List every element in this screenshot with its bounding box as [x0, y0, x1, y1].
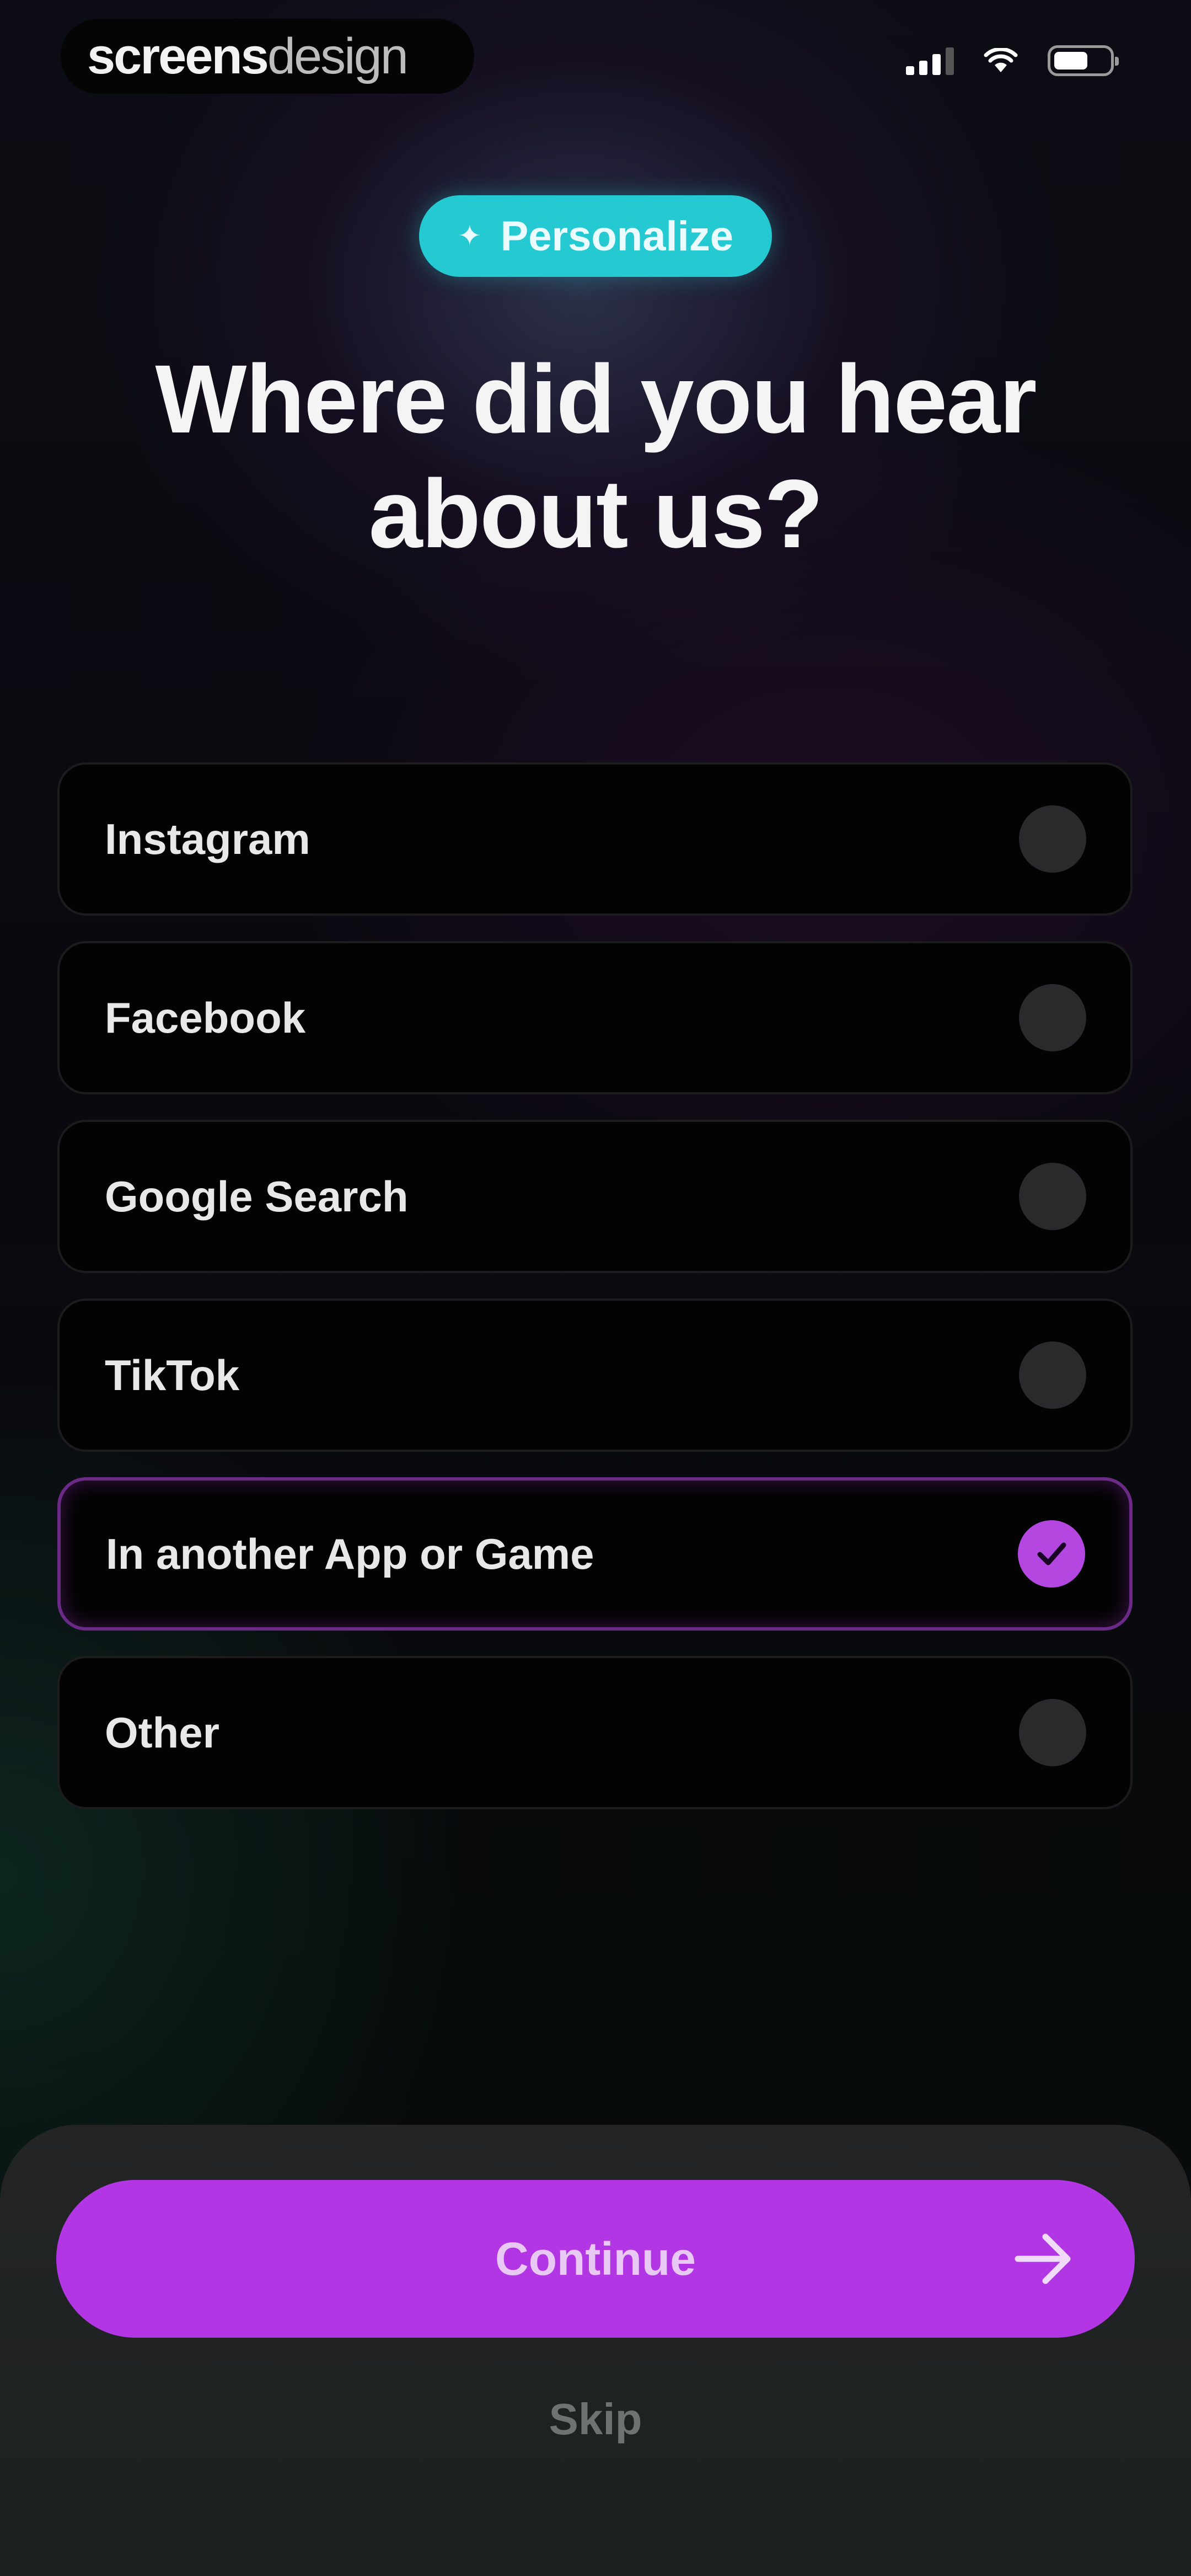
radio-unchecked-icon[interactable]	[1019, 1342, 1086, 1409]
signal-icon	[906, 46, 954, 75]
option-label: In another App or Game	[106, 1529, 594, 1578]
radio-unchecked-icon[interactable]	[1019, 984, 1086, 1051]
continue-label: Continue	[495, 2232, 696, 2285]
option-label: Facebook	[105, 993, 306, 1042]
radio-unchecked-icon[interactable]	[1019, 805, 1086, 873]
battery-level	[1054, 52, 1087, 70]
option-instagram[interactable]: Instagram	[57, 762, 1133, 916]
checkmark-icon[interactable]	[1018, 1520, 1085, 1588]
chip-label: Personalize	[500, 212, 733, 260]
status-icons	[906, 45, 1119, 76]
option-label: TikTok	[105, 1350, 240, 1399]
option-another-app-or-game[interactable]: In another App or Game	[57, 1477, 1133, 1631]
brand-light-text: design	[267, 28, 409, 84]
radio-unchecked-icon[interactable]	[1019, 1699, 1086, 1766]
page-title: Where did you hear about us?	[88, 342, 1103, 571]
personalize-chip: ✦ Personalize	[419, 195, 772, 277]
option-label: Other	[105, 1708, 220, 1757]
radio-unchecked-icon[interactable]	[1019, 1163, 1086, 1230]
option-list: Instagram Facebook Google Search TikTok …	[57, 762, 1133, 1835]
sparkle-icon: ✦	[458, 220, 482, 252]
option-other[interactable]: Other	[57, 1656, 1133, 1809]
option-label: Instagram	[105, 814, 310, 863]
onboarding-screen: screens design ✦ Personalize Where did yo…	[0, 0, 1191, 2576]
continue-button[interactable]: Continue	[56, 2180, 1135, 2338]
screensdesign-watermark: screens design	[61, 19, 474, 94]
brand-bold-text: screens	[87, 28, 269, 84]
option-tiktok[interactable]: TikTok	[57, 1298, 1133, 1452]
option-google-search[interactable]: Google Search	[57, 1120, 1133, 1273]
battery-icon	[1048, 45, 1119, 76]
option-label: Google Search	[105, 1172, 409, 1221]
skip-button[interactable]: Skip	[0, 2394, 1191, 2445]
wifi-icon	[984, 48, 1018, 73]
title-line-1: Where did you hear	[155, 345, 1037, 453]
title-line-2: about us?	[368, 460, 824, 568]
arrow-right-icon	[1013, 2230, 1074, 2299]
option-facebook[interactable]: Facebook	[57, 941, 1133, 1094]
